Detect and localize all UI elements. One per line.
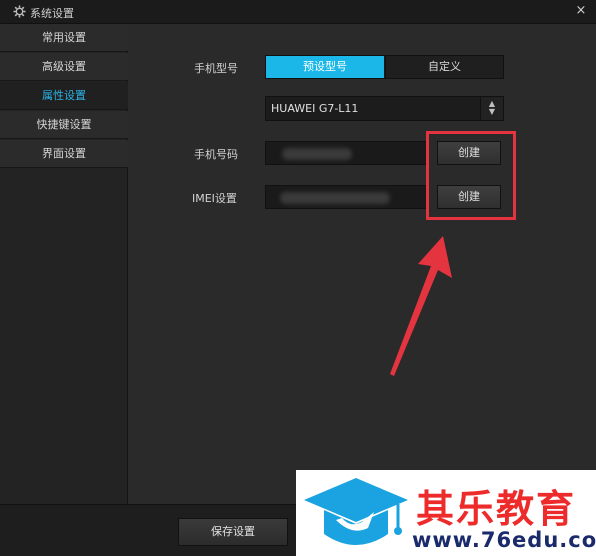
model-select-value: HUAWEI G7-L11 (271, 102, 359, 115)
save-settings-button[interactable]: 保存设置 (178, 518, 288, 546)
graduation-cap-icon (304, 478, 408, 545)
title-bar: 系统设置 × (0, 0, 596, 24)
redacted-value (280, 192, 390, 204)
sidebar-item-shortcut-settings[interactable]: 快捷键设置 (0, 111, 128, 139)
model-select[interactable]: HUAWEI G7-L11 ▲ ▼ (265, 96, 504, 121)
annotation-arrow-icon (390, 236, 452, 376)
sidebar-item-property-settings[interactable]: 属性设置 (0, 82, 128, 110)
custom-model-tab[interactable]: 自定义 (385, 56, 503, 78)
spinner-arrows-icon[interactable]: ▲ ▼ (480, 97, 503, 120)
sidebar-item-interface-settings[interactable]: 界面设置 (0, 140, 128, 168)
phone-number-field[interactable] (265, 141, 427, 165)
imei-label: IMEI设置 (192, 192, 237, 205)
window-title: 系统设置 (30, 7, 74, 20)
watermark-url: www.76edu.com (412, 528, 596, 552)
model-type-toggle: 预设型号 自定义 (265, 55, 504, 79)
phone-number-label: 手机号码 (194, 148, 238, 161)
phone-model-label: 手机型号 (194, 62, 238, 75)
sidebar-item-advanced-settings[interactable]: 高级设置 (0, 53, 128, 81)
sidebar-item-common-settings[interactable]: 常用设置 (0, 24, 128, 52)
sidebar: 常用设置 高级设置 属性设置 快捷键设置 界面设置 (0, 24, 128, 504)
highlight-box (426, 131, 516, 220)
close-icon[interactable]: × (574, 3, 588, 19)
imei-field[interactable] (265, 185, 427, 209)
preset-model-tab[interactable]: 预设型号 (266, 56, 384, 78)
redacted-value (282, 148, 352, 160)
watermark-name: 其乐教育 (416, 487, 577, 531)
gear-icon (13, 5, 26, 18)
